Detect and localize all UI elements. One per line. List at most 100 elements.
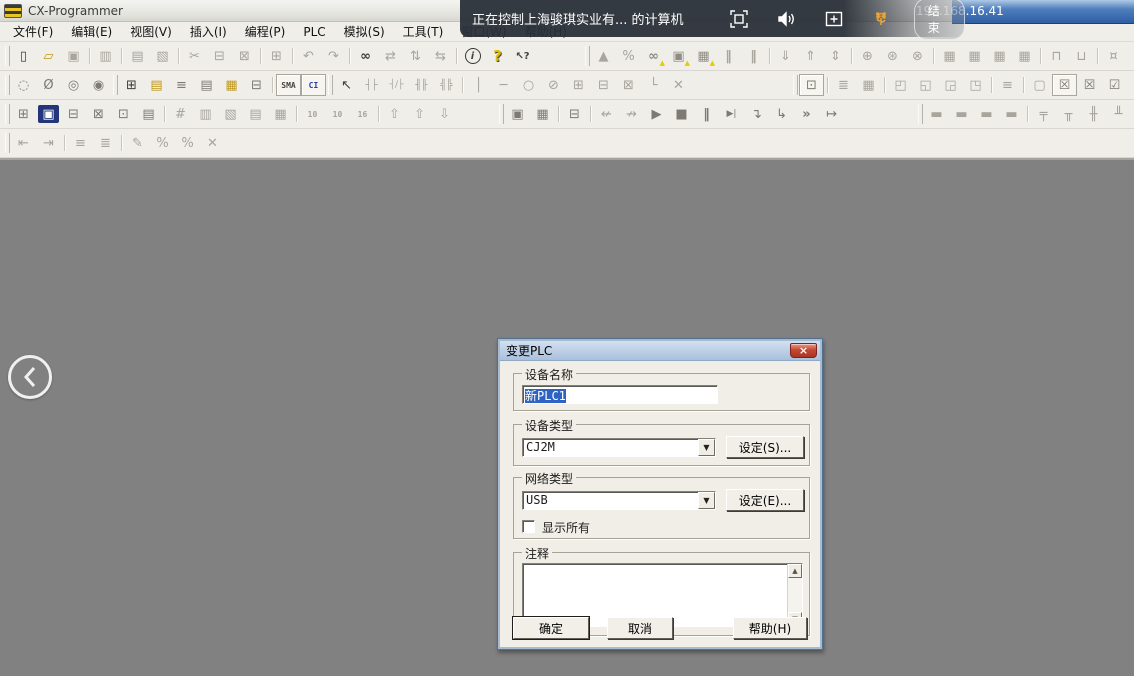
paste-attributes-button[interactable]: ⊞ xyxy=(264,45,289,67)
undo-button[interactable]: ↶ xyxy=(296,45,321,67)
online-edit-begin-button[interactable]: ⊕ xyxy=(855,45,880,67)
device-type-settings-button[interactable]: 设定(S)... xyxy=(726,436,804,458)
percent-cancel-button[interactable]: ✕ xyxy=(200,132,225,154)
plc-settings-button[interactable]: ▦ xyxy=(962,45,987,67)
program-hierarchy-button[interactable]: ⊟ xyxy=(244,74,269,96)
pause-simulator-button[interactable]: ‖ xyxy=(716,45,741,67)
menu-view[interactable]: 视图(V) xyxy=(121,21,181,42)
window-plain-button[interactable]: ▢ xyxy=(1027,74,1052,96)
menu-insert[interactable]: 插入(I) xyxy=(181,21,236,42)
signed-decimal-monitor-button[interactable]: 10 xyxy=(325,103,350,125)
delete-tool[interactable]: ✕ xyxy=(666,74,691,96)
window-close-button[interactable]: ☒ xyxy=(1052,74,1077,96)
run-window-button[interactable]: ⊡ xyxy=(799,74,824,96)
find-button[interactable]: ∞ xyxy=(353,45,378,67)
ci-instruction-button[interactable]: CI xyxy=(301,74,326,96)
network-type-settings-button[interactable]: 设定(E)... xyxy=(726,489,804,511)
new-coil-tool[interactable]: ○ xyxy=(516,74,541,96)
new-rung-tool[interactable]: └ xyxy=(641,74,666,96)
new-or-closed-contact-tool[interactable]: ╣╠ xyxy=(434,74,459,96)
simulator-scan-run-button[interactable]: ↦ xyxy=(819,103,844,125)
plc-data-trace-button[interactable]: ▦ xyxy=(1012,45,1037,67)
upload-from-plc-button[interactable]: ⇑ xyxy=(798,45,823,67)
device-type-select[interactable]: CJ2M ▼ xyxy=(522,438,716,457)
menu-program[interactable]: 编程(P) xyxy=(236,21,295,42)
remote-sidebar-toggle-button[interactable] xyxy=(8,355,52,399)
differential-monitor-button[interactable]: ⊓ xyxy=(1044,45,1069,67)
device-name-input[interactable]: 新PLC1 xyxy=(522,385,718,404)
differential-status-button[interactable]: ▬ xyxy=(999,103,1024,125)
timer-monitor-button[interactable]: ╥ xyxy=(1056,103,1081,125)
smart-input-button[interactable]: SMA xyxy=(276,74,301,96)
copy-button[interactable]: ⊟ xyxy=(207,45,232,67)
indent-rung-button[interactable]: ⇥ xyxy=(36,132,61,154)
mnemonic-view-button[interactable]: # xyxy=(168,103,193,125)
simulator-step-in-button[interactable]: ↴ xyxy=(744,103,769,125)
menu-file[interactable]: 文件(F) xyxy=(4,21,62,42)
volume-icon[interactable] xyxy=(776,8,797,30)
outdent-rung-button[interactable]: ⇤ xyxy=(11,132,36,154)
watch-add-button[interactable]: ◰ xyxy=(888,74,913,96)
network-type-dropdown-icon[interactable]: ▼ xyxy=(698,492,715,509)
new-or-contact-tool[interactable]: ╢╟ xyxy=(409,74,434,96)
new-closed-contact-tool[interactable]: ┤/├ xyxy=(384,74,409,96)
zoom-out-button[interactable]: Ø xyxy=(36,74,61,96)
percent-monitor-button[interactable]: % xyxy=(150,132,175,154)
ok-button[interactable]: 确定 xyxy=(513,617,589,639)
about-button[interactable]: i xyxy=(460,45,485,67)
simulator-pause-hand-button[interactable]: ↚ xyxy=(594,103,619,125)
show-rung-as-table-button[interactable]: ▦ xyxy=(219,74,244,96)
print-button[interactable]: ▤ xyxy=(125,45,150,67)
online-edit-send-button[interactable]: ⊛ xyxy=(880,45,905,67)
plc-memory-monitor-button[interactable]: ▬ xyxy=(924,103,949,125)
watch-insert-button[interactable]: ◳ xyxy=(963,74,988,96)
monitor-in-rung-button[interactable]: ▤ xyxy=(194,74,219,96)
binary-monitor-button[interactable]: ╨ xyxy=(1106,103,1131,125)
pause-button[interactable]: ‖ xyxy=(741,45,766,67)
force-on-button[interactable]: ⇧ xyxy=(382,103,407,125)
rung-list-button[interactable]: ≡ xyxy=(68,132,93,154)
help-button[interactable]: ? xyxy=(485,45,510,67)
simulator-pause-button[interactable]: ‖ xyxy=(694,103,719,125)
plc-memory-button[interactable]: ▦ xyxy=(987,45,1012,67)
symbol-list-button[interactable]: ≡ xyxy=(995,74,1020,96)
simulator-step-out-button[interactable]: ↳ xyxy=(769,103,794,125)
sunflower-remote-icon[interactable] xyxy=(870,8,891,30)
force-cancel-button[interactable]: ⇩ xyxy=(432,103,457,125)
window-delete-button[interactable]: ☒ xyxy=(1077,74,1102,96)
rung-flag-button[interactable]: ≣ xyxy=(93,132,118,154)
monitor-view-button[interactable]: ▥ xyxy=(193,103,218,125)
forced-status-button[interactable]: ▬ xyxy=(974,103,999,125)
auto-online-button[interactable]: ▣ xyxy=(666,45,691,67)
open-project-button[interactable]: ▱ xyxy=(36,45,61,67)
zoom-to-fit-button[interactable]: ◌ xyxy=(11,74,36,96)
simulator-stop-button[interactable]: ■ xyxy=(669,103,694,125)
fullscreen-icon[interactable] xyxy=(729,8,750,30)
dialog-view-button[interactable]: ▦ xyxy=(268,103,293,125)
properties-window-button[interactable]: ▤ xyxy=(136,103,161,125)
dialog-titlebar[interactable]: 变更PLC × xyxy=(500,341,820,361)
context-help-button[interactable]: ↖? xyxy=(510,45,535,67)
cancel-button[interactable]: 取消 xyxy=(607,617,673,639)
force-off-button[interactable]: ⇧ xyxy=(407,103,432,125)
project-workspace-button[interactable]: ⊞ xyxy=(11,103,36,125)
decimal-monitor-button[interactable]: 10 xyxy=(300,103,325,125)
device-type-dropdown-icon[interactable]: ▼ xyxy=(698,439,715,456)
simulator-run-button[interactable]: ▶ xyxy=(644,103,669,125)
watch-check-button[interactable]: ◲ xyxy=(938,74,963,96)
simulator-step-run-button[interactable]: ▶| xyxy=(719,103,744,125)
cut-button[interactable]: ✂ xyxy=(182,45,207,67)
menu-plc[interactable]: PLC xyxy=(294,23,334,41)
zoom-100-button[interactable]: ◉ xyxy=(86,74,111,96)
online-find-button[interactable]: ∞ xyxy=(641,45,666,67)
percent-release-button[interactable]: % xyxy=(175,132,200,154)
grid-toggle-button[interactable]: ⊞ xyxy=(119,74,144,96)
menu-tools[interactable]: 工具(T) xyxy=(394,21,453,42)
io-table-button[interactable]: ▦ xyxy=(937,45,962,67)
new-instruction-tool[interactable]: ⊞ xyxy=(566,74,591,96)
local-symbol-window-button[interactable]: ⊡ xyxy=(111,103,136,125)
simulator-options-button[interactable]: ⊟ xyxy=(562,103,587,125)
output-window-button[interactable]: ▣ xyxy=(38,105,59,123)
new-window-icon[interactable] xyxy=(823,8,844,30)
help-button[interactable]: 帮助(H) xyxy=(733,617,807,639)
